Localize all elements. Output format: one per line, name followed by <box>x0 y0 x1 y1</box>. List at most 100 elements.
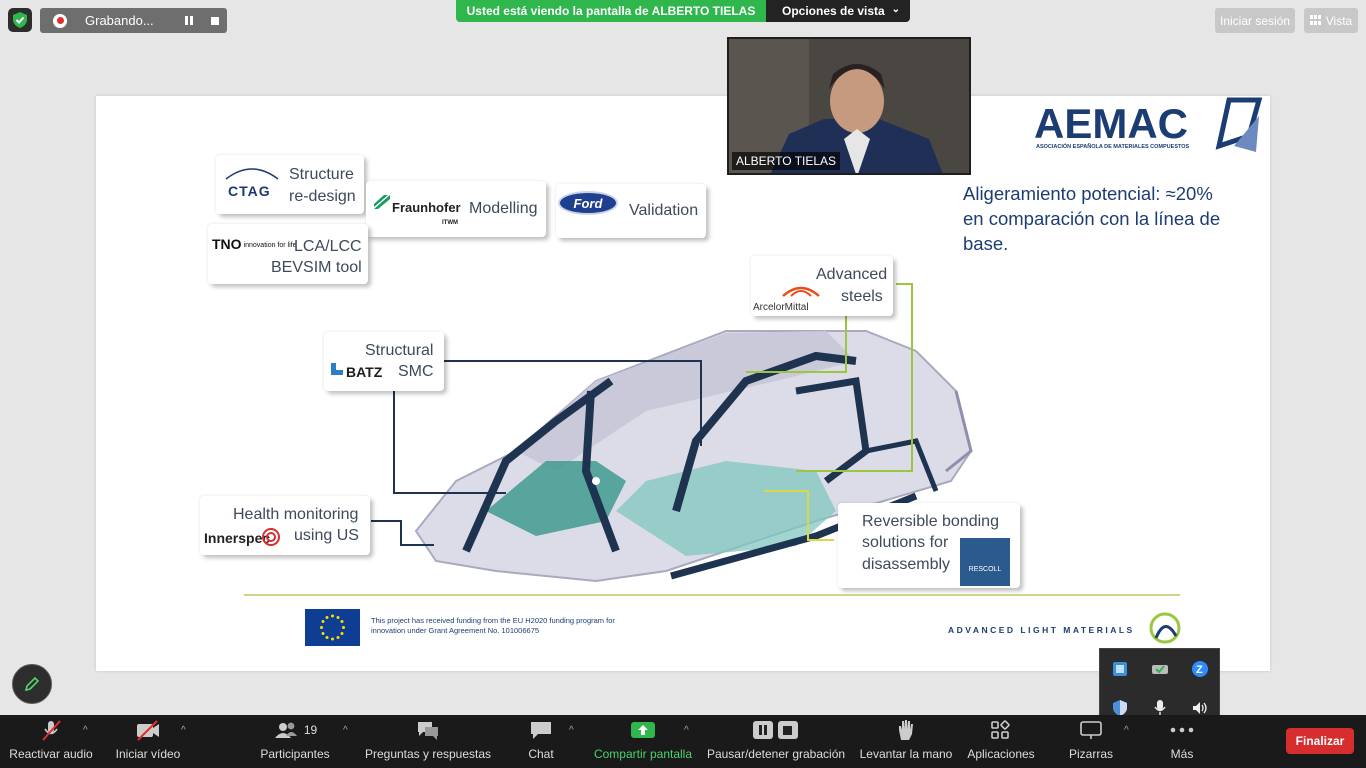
innerspec-logo: Innerspec <box>204 530 271 546</box>
more-dots-icon <box>1170 715 1194 745</box>
arcelormittal-card: ArcelorMittal Advanced steels <box>751 256 893 316</box>
qa-label: Preguntas y respuestas <box>364 747 492 761</box>
fraunhofer-icon <box>374 195 390 209</box>
pause-stop-icon <box>752 715 800 745</box>
arcelormittal-icon <box>782 286 820 297</box>
ctag-card: CTAG Structure re-design <box>216 155 364 214</box>
unmute-audio-button[interactable]: Reactivar audio <box>8 715 94 768</box>
rescoll-line2: solutions for <box>862 534 949 551</box>
chat-label: Chat <box>528 747 554 761</box>
qa-button[interactable]: Preguntas y respuestas <box>364 715 492 768</box>
app-tray-icon[interactable] <box>1111 660 1129 678</box>
view-button[interactable]: Vista <box>1304 8 1358 33</box>
pencil-icon <box>24 676 40 692</box>
share-screen-button[interactable]: Compartir pantalla <box>592 715 694 768</box>
arcelor-line2: steels <box>841 288 883 305</box>
innerspec-card: Innerspec Health monitoring using US <box>200 496 370 555</box>
batz-logo: BATZ <box>346 364 383 380</box>
innerspec-icon <box>262 528 280 546</box>
ford-card: Ford Validation <box>556 184 706 238</box>
participant-video[interactable]: ALBERTO TIELAS <box>727 37 971 175</box>
alm-logo-icon <box>1149 612 1181 644</box>
participant-name-label: ALBERTO TIELAS <box>732 152 841 170</box>
video-off-icon <box>135 715 161 745</box>
tno-logo: TNO innovation for life <box>212 236 297 252</box>
audio-options-caret-icon[interactable]: ^ <box>83 725 88 736</box>
ctag-logo: CTAG <box>228 183 271 199</box>
eu-funding-text: This project has received funding from t… <box>371 616 615 635</box>
whiteboards-button[interactable]: Pizarras <box>1064 715 1118 768</box>
tno-line1: LCA/LCC <box>294 238 362 255</box>
stop-recording-button[interactable] <box>204 11 226 30</box>
arcelor-line1: Advanced <box>816 266 888 283</box>
share-screen-icon <box>630 715 656 745</box>
sign-in-button[interactable]: Iniciar sesión <box>1215 8 1295 33</box>
end-meeting-label: Finalizar <box>1295 734 1345 748</box>
recording-label: Grabando... <box>85 13 154 28</box>
ctag-arc-icon <box>225 168 279 180</box>
unmute-audio-label: Reactivar audio <box>9 747 93 761</box>
end-meeting-button[interactable]: Finalizar <box>1286 728 1354 754</box>
whiteboards-label: Pizarras <box>1068 747 1113 761</box>
ctag-line1: Structure <box>289 166 354 183</box>
eu-flag-icon <box>305 609 360 646</box>
fraunhofer-card: Fraunhofer ITWM Modelling <box>366 181 546 237</box>
whiteboard-icon <box>1079 715 1103 745</box>
alm-label: ADVANCED LIGHT MATERIALS <box>948 625 1135 635</box>
batz-line2: SMC <box>398 363 434 380</box>
chevron-down-icon: ⌄ <box>891 4 900 15</box>
arcelormittal-logo: ArcelorMittal <box>753 302 809 313</box>
chat-bubble-icon <box>529 715 553 745</box>
rescoll-logo: RESCOLL <box>960 538 1010 586</box>
sharing-banner: Usted está viendo la pantalla de ALBERTO… <box>456 0 766 22</box>
footer-divider <box>244 594 1180 596</box>
tno-card: TNO innovation for life LCA/LCC BEVSIM to… <box>208 224 368 284</box>
view-options-label: Opciones de vista <box>782 4 885 18</box>
view-label: Vista <box>1325 13 1353 28</box>
pause-stop-recording-button[interactable]: Pausar/detener grabación <box>706 715 846 768</box>
participants-options-caret-icon[interactable]: ^ <box>343 725 348 736</box>
view-options-button[interactable]: Opciones de vista ⌄ <box>766 0 910 22</box>
security-shield-icon[interactable] <box>8 8 32 32</box>
grid-icon <box>1309 14 1321 28</box>
rescoll-line3: disassembly <box>862 556 951 573</box>
apps-label: Aplicaciones <box>967 747 1035 761</box>
svg-text:Z: Z <box>1196 664 1203 676</box>
share-screen-label: Compartir pantalla <box>593 747 693 761</box>
start-video-label: Iniciar vídeo <box>115 747 181 761</box>
annotate-pencil-button[interactable] <box>12 664 52 704</box>
sign-in-label: Iniciar sesión <box>1219 13 1291 28</box>
chat-button[interactable]: Chat <box>522 715 560 768</box>
raise-hand-label: Levantar la mano <box>859 747 953 761</box>
start-video-button[interactable]: Iniciar vídeo <box>112 715 184 768</box>
fraunhofer-sublogo: ITWM <box>442 220 458 226</box>
share-options-caret-icon[interactable]: ^ <box>684 725 689 736</box>
rescoll-line1: Reversible bonding <box>862 513 999 530</box>
raise-hand-icon <box>896 715 916 745</box>
participants-label: Participantes <box>260 747 330 761</box>
innerspec-line2: using US <box>294 527 359 544</box>
rescoll-card: Reversible bonding solutions for disasse… <box>838 503 1020 588</box>
batz-card: BATZ Structural SMC <box>324 332 444 391</box>
muted-microphone-icon <box>39 715 63 745</box>
participants-count: 19 <box>303 723 318 737</box>
more-button[interactable]: Más <box>1162 715 1202 768</box>
apps-button[interactable]: Aplicaciones <box>964 715 1038 768</box>
chat-options-caret-icon[interactable]: ^ <box>569 725 574 736</box>
tno-line2: BEVSIM tool <box>271 259 362 276</box>
video-options-caret-icon[interactable]: ^ <box>181 725 186 736</box>
ford-logo: Ford <box>558 191 618 215</box>
more-label: Más <box>1170 747 1194 761</box>
pause-recording-button[interactable] <box>178 11 200 30</box>
participants-icon: 19 <box>273 715 317 745</box>
zoom-tray-icon[interactable]: Z <box>1191 660 1209 678</box>
ford-label: Validation <box>629 202 699 219</box>
ctag-line2: re-design <box>289 188 356 205</box>
participants-button[interactable]: 19 Participantes <box>258 715 332 768</box>
fraunhofer-label: Modelling <box>469 200 538 217</box>
whiteboards-options-caret-icon[interactable]: ^ <box>1124 725 1129 736</box>
raise-hand-button[interactable]: Levantar la mano <box>858 715 954 768</box>
batz-line1: Structural <box>365 342 434 359</box>
sync-check-icon[interactable] <box>1151 660 1169 678</box>
shared-slide: AEMAC ASOCIACIÓN ESPAÑOLA DE MATERIALES … <box>96 96 1270 671</box>
